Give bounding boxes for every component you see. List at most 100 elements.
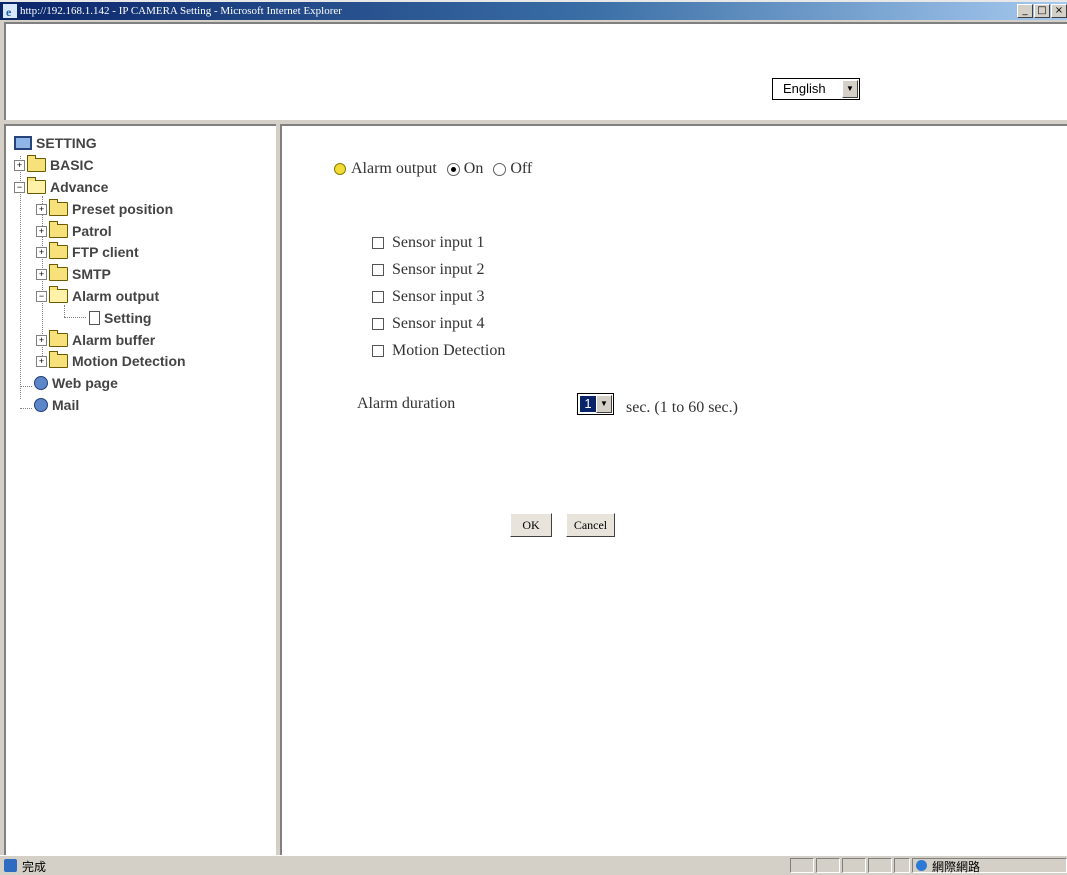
alarm-duration-select[interactable]: 1 ▼ xyxy=(577,393,614,415)
svg-text:e: e xyxy=(6,5,12,18)
expand-plus-icon[interactable]: + xyxy=(36,355,47,367)
tree-label: Patrol xyxy=(72,223,112,239)
bullet-icon xyxy=(334,163,346,176)
expand-plus-icon[interactable]: + xyxy=(36,246,47,258)
sensor-input-4-checkbox[interactable] xyxy=(372,318,384,331)
alarm-output-on-label: On xyxy=(463,160,484,177)
ie-icon: e xyxy=(3,4,17,18)
web-page-icon xyxy=(34,376,48,390)
mail-icon xyxy=(34,398,48,412)
cancel-button[interactable]: Cancel xyxy=(566,513,615,537)
alarm-duration-value: 1 xyxy=(580,396,596,412)
expand-plus-icon[interactable]: + xyxy=(36,268,47,280)
header-frame xyxy=(4,22,1067,120)
expand-plus-icon[interactable]: + xyxy=(14,159,25,171)
trigger-label: Sensor input 4 xyxy=(392,315,485,332)
status-panel xyxy=(842,858,866,873)
motion-detection-checkbox[interactable] xyxy=(372,345,384,358)
alarm-output-off-label: Off xyxy=(510,160,533,177)
ok-button[interactable]: OK xyxy=(510,513,552,537)
tree-item-mail[interactable]: Mail xyxy=(34,395,79,415)
tree-item-patrol[interactable]: + Patrol xyxy=(36,221,112,241)
window-title: http://192.168.1.142 - IP CAMERA Setting… xyxy=(20,5,342,17)
folder-icon xyxy=(49,264,68,281)
trigger-label: Motion Detection xyxy=(392,342,506,359)
trigger-row: Sensor input 2 xyxy=(372,256,505,283)
tree-connector xyxy=(64,317,86,318)
trigger-list: Sensor input 1 Sensor input 2 Sensor inp… xyxy=(372,229,505,364)
expand-plus-icon[interactable]: + xyxy=(36,334,47,346)
trigger-row: Sensor input 4 xyxy=(372,310,505,337)
tree-connector xyxy=(20,386,32,387)
sensor-input-2-checkbox[interactable] xyxy=(372,264,384,277)
status-panel xyxy=(816,858,840,873)
status-panel xyxy=(790,858,814,873)
alarm-output-label: Alarm output xyxy=(351,160,437,177)
tree-item-alarm-buffer[interactable]: + Alarm buffer xyxy=(36,330,155,350)
status-panel xyxy=(894,858,910,873)
zone-text: 網際網路 xyxy=(932,860,981,874)
folder-icon xyxy=(27,155,46,172)
tree-connector xyxy=(20,408,32,409)
globe-icon xyxy=(916,860,927,871)
expand-plus-icon[interactable]: + xyxy=(36,225,47,237)
status-bar: 完成 網際網路 xyxy=(0,855,1067,875)
alarm-output-off-radio[interactable] xyxy=(493,162,507,176)
alarm-output-row: Alarm output On Off xyxy=(334,160,532,178)
trigger-row: Motion Detection xyxy=(372,337,505,364)
expand-plus-icon[interactable]: + xyxy=(36,203,47,215)
maximize-button[interactable]: □ xyxy=(1034,4,1050,18)
tree-label: Mail xyxy=(52,397,80,413)
folder-open-icon xyxy=(49,286,68,303)
tree-item-basic[interactable]: + BASIC xyxy=(14,155,94,175)
sensor-input-1-checkbox[interactable] xyxy=(372,237,384,250)
minimize-button[interactable]: _ xyxy=(1017,4,1033,18)
chevron-down-icon[interactable]: ▼ xyxy=(596,395,612,413)
sensor-input-3-checkbox[interactable] xyxy=(372,291,384,304)
folder-open-icon xyxy=(27,177,46,194)
tree-item-alarm-output[interactable]: − Alarm output xyxy=(36,286,159,306)
folder-icon xyxy=(49,351,68,368)
trigger-label: Sensor input 1 xyxy=(392,234,485,251)
status-panel xyxy=(868,858,892,873)
tree-item-ftp-client[interactable]: + FTP client xyxy=(36,242,139,262)
tree-label: Alarm output xyxy=(72,288,160,304)
tree-label: SETTING xyxy=(36,135,97,151)
tree-item-setting[interactable]: Setting xyxy=(89,308,151,328)
close-button[interactable]: × xyxy=(1051,4,1067,18)
alarm-duration-unit: sec. (1 to 60 sec.) xyxy=(626,399,738,416)
document-icon xyxy=(89,311,100,325)
trigger-row: Sensor input 1 xyxy=(372,229,505,256)
tree-root-setting[interactable]: SETTING xyxy=(14,133,97,153)
collapse-minus-icon[interactable]: − xyxy=(14,181,25,193)
folder-icon xyxy=(49,199,68,216)
trigger-label: Sensor input 2 xyxy=(392,261,485,278)
tree-item-preset-position[interactable]: + Preset position xyxy=(36,199,173,219)
window-title-bar: e http://192.168.1.142 - IP CAMERA Setti… xyxy=(0,2,1067,20)
folder-icon xyxy=(49,221,68,238)
alarm-output-on-radio[interactable] xyxy=(446,162,460,176)
language-select[interactable]: English ▼ xyxy=(772,78,860,100)
tree-label: FTP client xyxy=(72,244,139,260)
tree-connector xyxy=(64,305,65,317)
page-status-icon xyxy=(4,859,17,872)
tree-label: Setting xyxy=(104,310,152,326)
tree-label: Motion Detection xyxy=(72,353,186,369)
tree-label: SMTP xyxy=(72,266,111,282)
tree-label: Advance xyxy=(50,179,109,195)
trigger-label: Sensor input 3 xyxy=(392,288,485,305)
chevron-down-icon[interactable]: ▼ xyxy=(842,80,858,98)
monitor-icon xyxy=(14,136,32,150)
folder-icon xyxy=(49,242,68,259)
tree-item-advance[interactable]: − Advance xyxy=(14,177,108,197)
tree-item-motion-detection[interactable]: + Motion Detection xyxy=(36,351,186,371)
trigger-row: Sensor input 3 xyxy=(372,283,505,310)
tree-item-smtp[interactable]: + SMTP xyxy=(36,264,111,284)
alarm-duration-label: Alarm duration xyxy=(357,395,456,412)
tree-label: Web page xyxy=(52,375,118,391)
collapse-minus-icon[interactable]: − xyxy=(36,290,47,302)
tree-item-web-page[interactable]: Web page xyxy=(34,373,118,393)
tree-label: BASIC xyxy=(50,157,94,173)
folder-icon xyxy=(49,330,68,347)
status-text: 完成 xyxy=(22,860,47,874)
